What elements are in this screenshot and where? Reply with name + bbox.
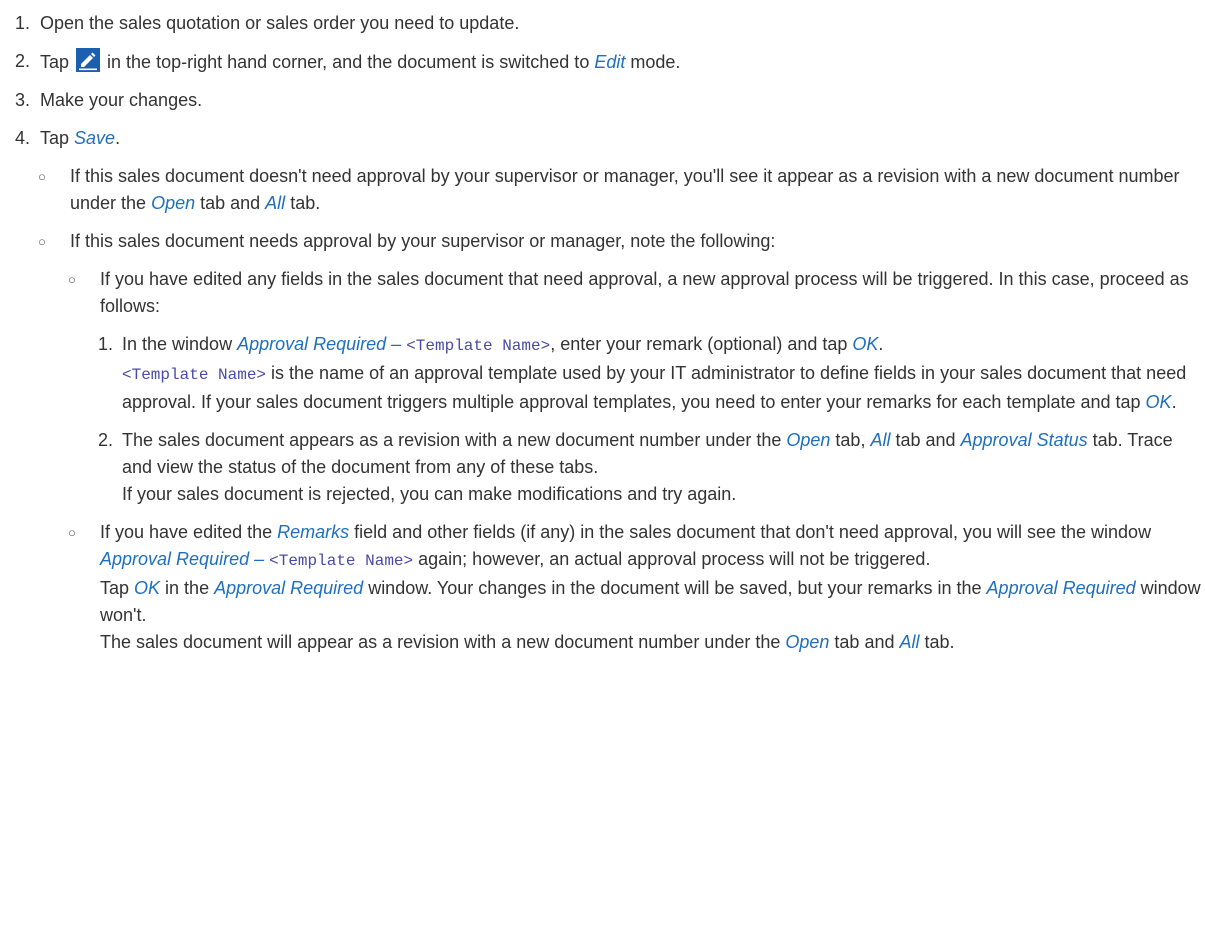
bullet-note: The sales document will appear as a revi… — [100, 629, 1205, 656]
substep-2: 2. The sales document appears as a revis… — [0, 427, 1205, 508]
text-part: In the window — [122, 334, 238, 354]
ui-term-ok: OK — [1145, 392, 1172, 412]
step-text: Make your changes. — [40, 90, 203, 110]
step-text: In the window Approval Required – <Templ… — [112, 331, 1205, 416]
bullet-text: If this sales document needs approval by… — [70, 231, 776, 251]
step-text: Tap Save. — [30, 125, 1205, 152]
step-1: 1. Open the sales quotation or sales ord… — [0, 10, 1205, 37]
text-part: If you have edited the — [100, 522, 278, 542]
subbullet-edited-fields: ○ If you have edited any fields in the s… — [0, 266, 1205, 320]
text-part: is the name of an approval template used… — [122, 363, 1187, 412]
bullet-circle-icon: ○ — [68, 272, 76, 287]
text-part: tab and — [829, 632, 900, 652]
ui-term-edit: Edit — [594, 52, 626, 72]
substep-note: <Template Name> is the name of an approv… — [122, 360, 1205, 416]
ui-term-approval-required: Approval Required – — [237, 334, 407, 354]
bullet-text: If this sales document doesn't need appr… — [60, 163, 1205, 217]
step-text-part: mode. — [625, 52, 681, 72]
step-text: Tap in the top-right hand corner, and th… — [30, 48, 1205, 76]
ui-term-approval-required: Approval Required — [986, 578, 1136, 598]
text-part: tab. — [919, 632, 955, 652]
bullet-text: If you have edited any fields in the sal… — [100, 269, 1189, 316]
bullet-no-approval: ○ If this sales document doesn't need ap… — [0, 163, 1205, 217]
step-text: Open the sales quotation or sales order … — [40, 13, 520, 33]
bullet-note: Tap OK in the Approval Required window. … — [100, 575, 1205, 629]
ui-term-save: Save — [74, 128, 116, 148]
substep-1: 1. In the window Approval Required – <Te… — [0, 331, 1205, 416]
step-number: 4. — [14, 128, 30, 148]
code-template-name: <Template Name> — [122, 366, 267, 384]
substep-note: If your sales document is rejected, you … — [122, 484, 737, 504]
text-part: tab and — [195, 193, 266, 213]
text-part: tab, — [830, 430, 871, 450]
text-part: window. Your changes in the document wil… — [363, 578, 987, 598]
text-part: The sales document appears as a revision… — [122, 430, 787, 450]
ui-term-ok: OK — [852, 334, 879, 354]
step-text-part: . — [115, 128, 121, 148]
bullet-needs-approval: ○ If this sales document needs approval … — [0, 228, 1205, 255]
bullet-circle-icon: ○ — [38, 234, 46, 249]
ui-term-ok: OK — [134, 578, 161, 598]
ui-term-approval-required: Approval Required — [214, 578, 364, 598]
step-text-part: in the top-right hand corner, and the do… — [102, 52, 595, 72]
ui-term-all: All — [899, 632, 920, 652]
text-part: tab and — [890, 430, 961, 450]
edit-pencil-icon — [76, 48, 101, 72]
step-4: 4. Tap Save. — [0, 125, 1205, 152]
ui-term-approval-status: Approval Status — [960, 430, 1088, 450]
bullet-circle-icon: ○ — [38, 169, 46, 184]
step-number: 2. — [98, 430, 114, 450]
step-number: 2. — [14, 51, 30, 71]
text-part: Tap — [100, 578, 135, 598]
code-template-name: <Template Name> — [269, 552, 414, 570]
subbullet-edited-remarks: ○ If you have edited the Remarks field a… — [0, 519, 1205, 656]
ui-term-remarks: Remarks — [277, 522, 350, 542]
ui-term-open: Open — [151, 193, 196, 213]
bullet-text: If you have edited the Remarks field and… — [90, 519, 1205, 656]
step-2: 2. Tap in the top-right hand corner, and… — [0, 48, 1205, 76]
text-part: again; however, an actual approval proce… — [413, 549, 931, 569]
text-part: . — [1171, 392, 1177, 412]
step-text-part: Tap — [40, 128, 75, 148]
text-part: in the — [160, 578, 215, 598]
text-part: field and other fields (if any) in the s… — [349, 522, 1152, 542]
step-number: 1. — [98, 334, 114, 354]
step-text: The sales document appears as a revision… — [112, 427, 1205, 508]
step-text-part: Tap — [40, 52, 75, 72]
text-part: The sales document will appear as a revi… — [100, 632, 786, 652]
ui-term-all: All — [870, 430, 891, 450]
ui-term-all: All — [265, 193, 286, 213]
ui-term-approval-required: Approval Required – — [100, 549, 270, 569]
text-part: , enter your remark (optional) and tap — [550, 334, 853, 354]
ui-term-open: Open — [785, 632, 830, 652]
text-part: . — [878, 334, 884, 354]
code-template-name: <Template Name> — [406, 337, 551, 355]
ui-term-open: Open — [786, 430, 831, 450]
step-3: 3. Make your changes. — [0, 87, 1205, 114]
bullet-circle-icon: ○ — [68, 525, 76, 540]
text-part: tab. — [285, 193, 321, 213]
document-body: 1. Open the sales quotation or sales ord… — [0, 0, 1205, 656]
step-number: 3. — [14, 90, 30, 110]
step-number: 1. — [14, 13, 30, 33]
